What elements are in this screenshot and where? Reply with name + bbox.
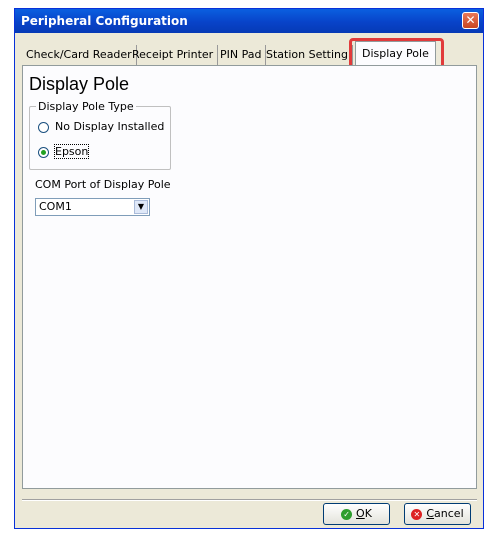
tab-panel-display-pole: Display Pole Display Pole Type No Displa…	[22, 65, 477, 489]
chevron-down-icon[interactable]: ▼	[134, 200, 148, 214]
window-title: Peripheral Configuration	[21, 14, 188, 28]
check-icon: ✓	[341, 508, 353, 520]
page-title: Display Pole	[29, 74, 130, 94]
cancel-icon: ✕	[411, 508, 423, 520]
com-port-value: COM1	[39, 200, 72, 213]
cancel-label: Cancel	[426, 507, 464, 520]
radio-epson[interactable]: Epson	[38, 144, 90, 159]
group-legend: Display Pole Type	[36, 100, 136, 113]
title-bar: Peripheral Configuration ✕	[15, 9, 483, 33]
com-port-label: COM Port of Display Pole	[35, 178, 171, 191]
radio-label: No Display Installed	[55, 120, 165, 133]
tab-receipt-printer[interactable]: Receipt Printer	[128, 45, 219, 65]
cancel-button[interactable]: ✕ Cancel	[404, 503, 471, 525]
peripheral-config-window: Peripheral Configuration ✕ Check/Card Re…	[14, 8, 484, 529]
display-pole-type-group: Display Pole Type No Display Installed E…	[29, 100, 171, 170]
radio-button-checked[interactable]	[38, 146, 49, 158]
ok-button[interactable]: ✓ OK	[323, 503, 390, 525]
separator	[22, 499, 477, 501]
radio-label: Epson	[53, 144, 90, 159]
ok-label: OK	[356, 507, 372, 520]
tab-station-setting[interactable]: Station Setting	[262, 45, 353, 65]
com-port-select[interactable]: COM1 ▼	[35, 198, 150, 216]
tab-check-card-reader[interactable]: Check/Card Reader	[22, 45, 137, 65]
radio-button[interactable]	[38, 121, 49, 133]
radio-no-display[interactable]: No Display Installed	[38, 120, 164, 134]
close-icon[interactable]: ✕	[462, 12, 479, 29]
tab-pin-pad[interactable]: PIN Pad	[216, 45, 267, 65]
